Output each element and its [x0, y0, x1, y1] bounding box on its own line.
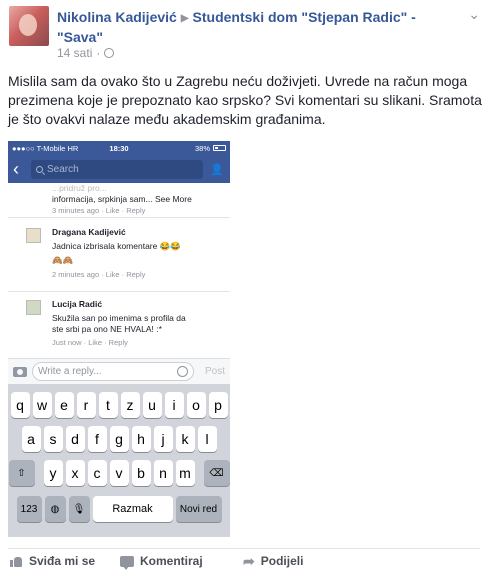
divider — [8, 291, 230, 292]
key: j — [153, 426, 173, 452]
microphone-icon: 🎙 — [68, 496, 90, 522]
post-timestamp[interactable]: 14 sati — [57, 46, 92, 60]
camera-icon — [13, 366, 27, 377]
key: f — [87, 426, 107, 452]
phone-keyboard: q w e r t z u i o p a s d f g h j k l ⇧ … — [8, 384, 230, 537]
keyboard-switch-icon: ◍ — [44, 496, 66, 522]
reply-bar: Write a reply... Post — [8, 358, 230, 384]
keyboard-row-2: a s d f g h j k l — [8, 426, 230, 452]
space-key: Razmak — [92, 496, 173, 522]
comment-text: ...pridruž pro... — [52, 183, 107, 193]
arrow-right-icon: ▶ — [180, 13, 189, 24]
embedded-screenshot[interactable]: ●●●○○ T-Mobile HR 18:30 38% ‹ Search 👤 .… — [8, 141, 230, 537]
phone-status-bar: ●●●○○ T-Mobile HR 18:30 38% — [8, 141, 230, 155]
key: c — [87, 460, 107, 486]
comment-text: ste srbi pa ono NE HVALA! :* — [52, 324, 162, 334]
key: r — [76, 392, 96, 418]
post-meta: 14 sati · — [57, 46, 115, 60]
reply-placeholder: Write a reply... — [38, 366, 102, 377]
numbers-key: 123 — [16, 496, 42, 522]
comment-label: Komentiraj — [140, 554, 203, 568]
comment-button[interactable]: Komentiraj — [120, 554, 203, 570]
keyboard-row-3: ⇧ y x c v b n m ⌫ — [8, 460, 230, 486]
key: a — [21, 426, 41, 452]
key: i — [164, 392, 184, 418]
key: x — [65, 460, 85, 486]
commenter-avatar — [26, 300, 41, 315]
key: p — [208, 392, 228, 418]
post-text: Mislila sam da ovako što u Zagrebu neću … — [8, 73, 482, 127]
comment-item: ...pridruž pro... informacija, srpkinja … — [8, 183, 230, 215]
commenter-name: Dragana Kadijević — [52, 227, 126, 237]
commenter-avatar — [26, 228, 41, 243]
thumbs-up-icon — [10, 555, 23, 567]
chevron-down-icon[interactable]: ⌄ — [468, 6, 480, 23]
key: h — [131, 426, 151, 452]
key: o — [186, 392, 206, 418]
sticker-icon — [177, 366, 188, 377]
share-arrow-icon: ➦ — [243, 553, 255, 569]
battery-icon — [213, 145, 226, 151]
key: b — [131, 460, 151, 486]
post-header: Nikolina Kadijević ▶ Studentski dom "Stjep… — [57, 8, 457, 46]
comment-meta: 3 minutes ago · Like · Reply — [52, 206, 146, 215]
post-reply-button: Post — [204, 366, 225, 377]
phone-search-box: Search — [31, 159, 203, 179]
author-avatar[interactable] — [9, 6, 49, 46]
post-actions: Sviđa mi se Komentiraj ➦ Podijeli — [8, 554, 480, 572]
keyboard-row-1: q w e r t z u i o p — [8, 392, 230, 418]
comment-text: informacija, srpkinja sam... See More — [52, 194, 192, 204]
comment-text: 🙈🙈 — [52, 255, 74, 265]
search-placeholder: Search — [47, 163, 79, 175]
back-chevron-icon: ‹ — [13, 159, 19, 179]
comment-bubble-icon — [120, 555, 134, 570]
status-time: 18:30 — [109, 143, 129, 153]
commenter-name: Lucija Radić — [52, 299, 103, 309]
share-label: Podijeli — [260, 554, 304, 568]
reply-input: Write a reply... — [32, 362, 194, 381]
key: m — [175, 460, 195, 486]
key: w — [32, 392, 52, 418]
backspace-key-icon: ⌫ — [203, 460, 230, 486]
key: s — [43, 426, 63, 452]
divider — [8, 217, 230, 218]
key: e — [54, 392, 74, 418]
key: l — [197, 426, 217, 452]
keyboard-row-4: 123 ◍ 🎙 Razmak Novi red — [8, 496, 230, 522]
key: d — [65, 426, 85, 452]
share-button[interactable]: ➦ Podijeli — [243, 554, 303, 568]
friend-requests-icon: 👤 — [210, 163, 224, 176]
key: g — [109, 426, 129, 452]
key: t — [98, 392, 118, 418]
key: u — [142, 392, 162, 418]
globe-icon[interactable] — [104, 48, 115, 58]
key: v — [109, 460, 129, 486]
phone-nav-bar: ‹ Search 👤 — [8, 155, 230, 183]
comment-meta: 2 minutes ago · Like · Reply — [52, 270, 146, 279]
comment-text: Jadnica izbrisala komentare 😂😂 — [52, 241, 181, 251]
like-button[interactable]: Sviđa mi se — [10, 554, 95, 568]
key: n — [153, 460, 173, 486]
actions-divider — [8, 548, 480, 549]
key: y — [43, 460, 63, 486]
comment-text: Skužila san po imenima s profila da — [52, 313, 186, 323]
key: q — [10, 392, 30, 418]
search-icon — [36, 165, 43, 173]
author-name[interactable]: Nikolina Kadijević — [57, 9, 177, 25]
key: k — [175, 426, 195, 452]
key: z — [120, 392, 140, 418]
shift-key-icon: ⇧ — [8, 460, 35, 486]
return-key: Novi red — [175, 496, 222, 522]
comment-meta: Just now · Like · Reply — [52, 338, 128, 347]
like-label: Sviđa mi se — [29, 554, 96, 568]
